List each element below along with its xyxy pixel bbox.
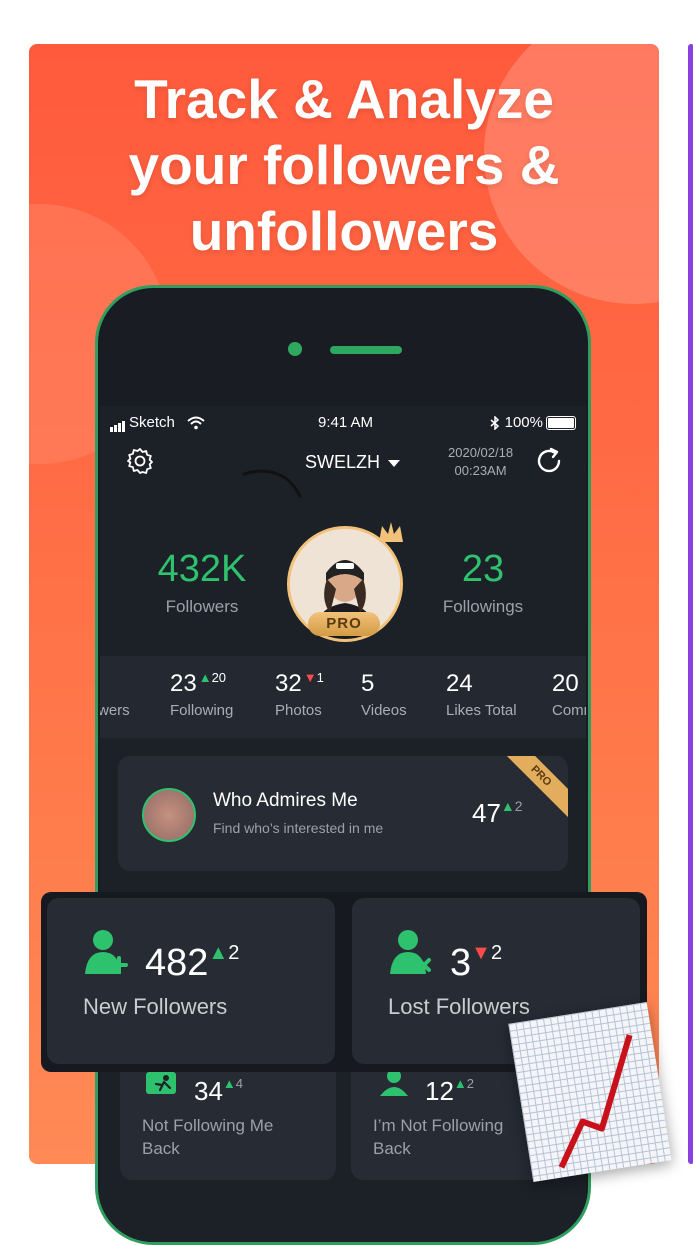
gear-icon[interactable] — [125, 446, 155, 476]
card-subtitle: Find who’s interested in me — [213, 820, 384, 836]
account-switcher[interactable]: SWELZH — [305, 452, 401, 473]
lost-followers-count: 3 — [450, 942, 472, 984]
pro-badge: PRO — [308, 612, 380, 636]
card-label-line: Back — [373, 1139, 411, 1158]
card-count: 34 — [194, 1076, 223, 1106]
stat-value: 20 — [552, 670, 579, 697]
card-label-line: I’m Not Following — [373, 1116, 504, 1135]
speaker-icon — [330, 346, 402, 354]
card-title: Who Admires Me — [213, 790, 358, 811]
top-bar: SWELZH 2020/02/18 00:23AM — [100, 444, 586, 498]
arrow-up-icon: ▲ — [208, 942, 229, 964]
update-time: 00:23AM — [454, 463, 507, 478]
arrow-down-icon: ▼ — [471, 942, 491, 964]
followers-label: Followers — [165, 597, 239, 616]
stat-value: 32 — [275, 670, 302, 697]
stats-strip[interactable]: wers 23 ▲20 Following 32 ▼1 Photos 5 Video… — [100, 656, 586, 738]
arrow-down-icon: ▼ — [303, 670, 317, 685]
card-label: I’m Not Following Back — [373, 1114, 503, 1160]
stat-following[interactable]: 23 ▲20 Following — [170, 670, 233, 719]
last-updated: 2020/02/18 00:23AM — [448, 444, 513, 480]
update-date: 2020/02/18 — [448, 445, 514, 460]
arrow-up-icon: ▲ — [453, 1076, 467, 1091]
stat-photos[interactable]: 32 ▼1 Photos — [275, 670, 324, 719]
camera-icon — [288, 342, 302, 356]
count-value: 47 — [472, 798, 501, 828]
username-label: SWELZH — [305, 452, 381, 472]
stat-label: wers — [100, 702, 130, 719]
stat-label: Photos — [275, 702, 322, 719]
admire-count: 47▲2 — [472, 798, 523, 829]
card-count: 12 — [425, 1076, 454, 1106]
stat-label: Videos — [361, 702, 407, 719]
stat-value: 24 — [446, 670, 473, 697]
arrow-up-icon: ▲ — [198, 670, 212, 685]
card-delta: 2 — [466, 1076, 475, 1091]
not-following-me-back-card[interactable]: 34▲4 Not Following Me Back — [120, 1060, 336, 1180]
headline-line: unfollowers — [189, 200, 499, 262]
refresh-icon[interactable] — [534, 446, 564, 476]
stat-videos[interactable]: 5 Videos — [361, 670, 407, 719]
card-delta: 4 — [235, 1076, 244, 1091]
stat-label: Following — [170, 702, 234, 719]
stat-comments[interactable]: 20 Comm — [552, 670, 586, 719]
crown-icon — [379, 522, 403, 542]
graph-paper-icon — [508, 1002, 672, 1182]
new-followers-count: 482 — [145, 942, 209, 984]
who-admires-me-card[interactable]: Who Admires Me Find who’s interested in … — [118, 756, 568, 871]
arrow-up-icon: ▲ — [500, 798, 515, 814]
battery-percent: 100% — [504, 414, 543, 431]
stat-value: 23 — [170, 670, 197, 697]
followers-stat[interactable]: 432K Followers — [147, 548, 257, 617]
arrow-up-icon: ▲ — [222, 1076, 236, 1091]
scribble-mark — [242, 469, 302, 498]
headline-line: your followers & — [128, 134, 560, 196]
wifi-icon — [187, 416, 205, 430]
followers-count: 432K — [157, 548, 247, 590]
followings-stat[interactable]: 23 Followings — [428, 548, 538, 617]
battery-icon — [546, 416, 576, 431]
stat-delta: 1 — [316, 670, 324, 685]
clock: 9:41 AM — [318, 414, 374, 431]
headline: Track & Analyze your followers & unfollo… — [29, 66, 659, 264]
walking-person-icon — [146, 1072, 176, 1094]
person-icon — [380, 1069, 408, 1096]
chevron-down-icon — [388, 459, 401, 467]
carrier-label: Sketch — [129, 414, 175, 431]
stat-value: 5 — [361, 670, 375, 697]
stat-delta: 20 — [211, 670, 227, 685]
count-delta: 2 — [514, 798, 523, 814]
add-user-icon — [85, 930, 128, 974]
stat-label: Likes Total — [446, 702, 517, 719]
status-bar: Sketch 9:41 AM 100% — [110, 414, 576, 434]
bluetooth-icon — [490, 415, 500, 431]
trend-line-icon — [558, 1034, 633, 1169]
card-label-line: Back — [142, 1139, 180, 1158]
new-followers-label: New Followers — [83, 994, 228, 1019]
phone-mockup: Sketch 9:41 AM 100% SWELZH 2020/02/18 00… — [95, 285, 591, 1245]
signal-icon — [110, 415, 126, 432]
stat-label: Comm — [552, 702, 586, 719]
card-label: Not Following Me Back — [142, 1114, 273, 1160]
lost-followers-label: Lost Followers — [388, 994, 530, 1019]
new-followers-delta: 2 — [228, 942, 240, 964]
new-followers-card[interactable]: 482▲2 New Followers — [47, 898, 335, 1064]
card-label-line: Not Following Me — [142, 1116, 274, 1135]
followings-count: 23 — [461, 548, 505, 590]
lost-followers-delta: 2 — [490, 942, 503, 964]
headline-line: Track & Analyze — [134, 68, 554, 130]
stat-likes-total[interactable]: 24 Likes Total — [446, 670, 517, 719]
stat-followers[interactable]: wers — [100, 670, 130, 719]
blurred-avatar — [142, 788, 196, 842]
remove-user-icon — [390, 930, 431, 974]
followings-label: Followings — [442, 597, 524, 616]
next-card-edge — [688, 44, 693, 1164]
